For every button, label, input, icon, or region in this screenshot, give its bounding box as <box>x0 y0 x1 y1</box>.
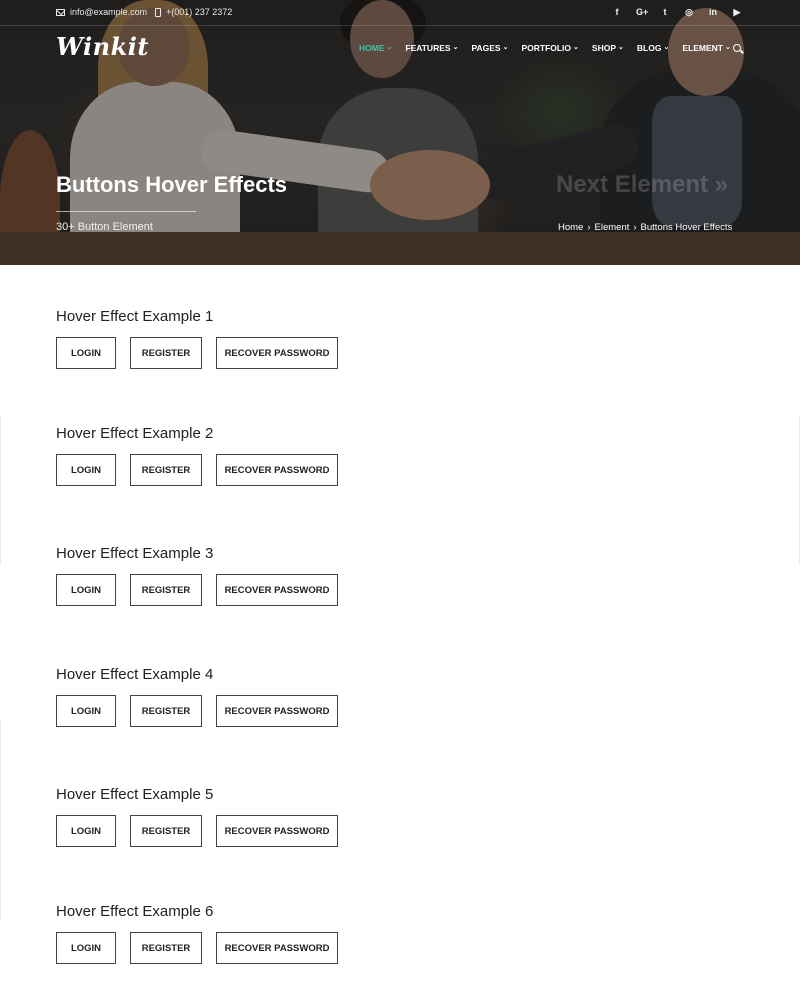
register-button[interactable]: REGISTER <box>130 574 202 606</box>
button-row: LOGIN REGISTER RECOVER PASSWORD <box>56 454 352 486</box>
page-title: Buttons Hover Effects <box>56 172 288 197</box>
recover-password-button[interactable]: RECOVER PASSWORD <box>216 337 338 369</box>
login-button[interactable]: LOGIN <box>56 337 116 369</box>
chevron-down-icon: ⌄ <box>724 44 731 51</box>
login-button[interactable]: LOGIN <box>56 932 116 964</box>
breadcrumb-home[interactable]: Home <box>558 222 583 233</box>
hover-example-section: Hover Effect Example 3 LOGIN REGISTER RE… <box>56 545 756 606</box>
hover-example-section: Hover Effect Example 4 LOGIN REGISTER RE… <box>56 666 756 727</box>
nav-item-label: FEATURES <box>405 43 451 53</box>
chevron-right-icon: › <box>587 222 591 233</box>
chevron-down-icon: ⌄ <box>452 44 459 51</box>
button-row: LOGIN REGISTER RECOVER PASSWORD <box>56 337 352 369</box>
nav-item-home[interactable]: HOME ⌄ <box>359 43 392 53</box>
recover-password-button[interactable]: RECOVER PASSWORD <box>216 815 338 847</box>
contact-email-text: info@example.com <box>70 7 148 17</box>
login-button[interactable]: LOGIN <box>56 695 116 727</box>
register-button[interactable]: REGISTER <box>130 337 202 369</box>
nav-item-blog[interactable]: BLOG ⌄ <box>637 43 669 53</box>
nav-item-portfolio[interactable]: PORTFOLIO ⌄ <box>521 43 578 53</box>
section-title: Hover Effect Example 5 <box>56 786 214 803</box>
section-title: Hover Effect Example 4 <box>56 666 214 683</box>
main-nav: HOME ⌄ FEATURES ⌄ PAGES ⌄ PORTFOLIO ⌄ SHOP ⌄ … <box>359 43 744 53</box>
hero-banner: info@example.com +(001) 237 2372 f G+ t … <box>0 0 800 265</box>
section-title: Hover Effect Example 1 <box>56 308 214 325</box>
title-divider <box>56 211 196 212</box>
recover-password-button[interactable]: RECOVER PASSWORD <box>216 574 338 606</box>
contact-phone[interactable]: +(001) 237 2372 <box>155 7 232 17</box>
nav-item-label: BLOG <box>636 43 662 53</box>
register-button[interactable]: REGISTER <box>130 454 202 486</box>
login-button[interactable]: LOGIN <box>56 454 116 486</box>
nav-item-label: PORTFOLIO <box>521 43 572 53</box>
page-subtitle: 30+ Button Element <box>56 221 153 233</box>
chevron-down-icon: ⌄ <box>573 44 579 51</box>
button-row: LOGIN REGISTER RECOVER PASSWORD <box>56 574 352 606</box>
twitter-icon[interactable]: t <box>660 6 670 18</box>
nav-item-shop[interactable]: SHOP ⌄ <box>592 43 624 53</box>
recover-password-button[interactable]: RECOVER PASSWORD <box>216 695 338 727</box>
chevron-down-icon: ⌄ <box>618 44 624 51</box>
edge-line <box>0 415 1 565</box>
recover-password-button[interactable]: RECOVER PASSWORD <box>216 454 338 486</box>
next-element-link[interactable]: Next Element » <box>556 171 728 199</box>
register-button[interactable]: REGISTER <box>130 695 202 727</box>
linkedin-icon[interactable]: in <box>708 6 718 18</box>
instagram-icon[interactable]: ◎ <box>684 6 694 18</box>
nav-item-label: HOME <box>359 43 385 53</box>
button-row: LOGIN REGISTER RECOVER PASSWORD <box>56 695 352 727</box>
section-title: Hover Effect Example 2 <box>56 425 214 442</box>
chevron-down-icon: ⌄ <box>386 44 393 51</box>
button-row: LOGIN REGISTER RECOVER PASSWORD <box>56 932 352 964</box>
nav-item-label: PAGES <box>471 43 501 53</box>
mail-icon <box>56 8 65 16</box>
login-button[interactable]: LOGIN <box>56 574 116 606</box>
chevron-down-icon: ⌄ <box>663 44 670 51</box>
top-bar: info@example.com +(001) 237 2372 f G+ t … <box>0 0 800 26</box>
section-title: Hover Effect Example 6 <box>56 903 214 920</box>
youtube-icon[interactable]: ▶ <box>732 6 742 18</box>
hover-example-section: Hover Effect Example 1 LOGIN REGISTER RE… <box>56 308 756 369</box>
login-button[interactable]: LOGIN <box>56 815 116 847</box>
nav-item-label: SHOP <box>591 43 617 53</box>
phone-icon <box>155 7 161 17</box>
facebook-icon[interactable]: f <box>612 6 622 18</box>
breadcrumb-current: Buttons Hover Effects <box>640 222 733 233</box>
register-button[interactable]: REGISTER <box>130 932 202 964</box>
google-plus-icon[interactable]: G+ <box>636 6 648 18</box>
nav-item-pages[interactable]: PAGES ⌄ <box>471 43 508 53</box>
edge-line <box>0 720 1 920</box>
hover-example-section: Hover Effect Example 6 LOGIN REGISTER RE… <box>56 903 756 964</box>
nav-item-label: ELEMENT <box>682 43 723 53</box>
register-button[interactable]: REGISTER <box>130 815 202 847</box>
section-title: Hover Effect Example 3 <box>56 545 214 562</box>
hover-example-section: Hover Effect Example 2 LOGIN REGISTER RE… <box>56 425 756 486</box>
social-links: f G+ t ◎ in ▶ <box>612 6 742 18</box>
site-logo[interactable]: Winkit <box>56 32 149 61</box>
button-row: LOGIN REGISTER RECOVER PASSWORD <box>56 815 352 847</box>
contact-phone-text: +(001) 237 2372 <box>166 7 233 17</box>
hover-example-section: Hover Effect Example 5 LOGIN REGISTER RE… <box>56 786 756 847</box>
search-icon[interactable] <box>733 44 741 52</box>
breadcrumb: Home › Element › Buttons Hover Effects <box>558 222 732 233</box>
breadcrumb-element[interactable]: Element <box>595 222 630 233</box>
nav-item-features[interactable]: FEATURES ⌄ <box>405 43 458 53</box>
chevron-right-icon: › <box>633 222 637 233</box>
chevron-down-icon: ⌄ <box>502 44 509 51</box>
nav-item-element[interactable]: ELEMENT ⌄ <box>682 43 731 53</box>
contact-email[interactable]: info@example.com <box>56 7 147 17</box>
recover-password-button[interactable]: RECOVER PASSWORD <box>216 932 338 964</box>
